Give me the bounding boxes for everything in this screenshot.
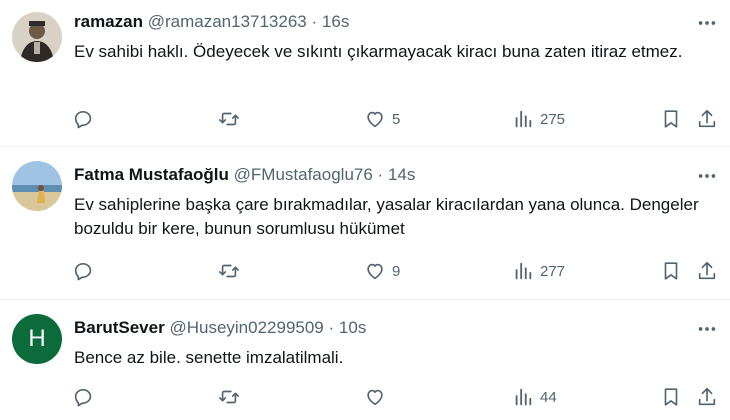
heart-icon	[367, 111, 383, 128]
share-button[interactable]	[696, 258, 718, 284]
user-handle[interactable]: @Huseyin02299509	[169, 318, 323, 337]
tweet-text: Ev sahibi haklı. Ödeyecek ve sıkıntı çık…	[74, 42, 683, 61]
reply-icon	[74, 389, 92, 407]
heart-icon	[367, 389, 383, 406]
timestamp[interactable]: 14s	[388, 165, 415, 184]
views-chart-icon	[515, 110, 532, 128]
timestamp[interactable]: 16s	[322, 12, 349, 31]
like-button[interactable]: 5	[364, 106, 400, 132]
share-icon	[698, 109, 716, 128]
bookmark-button[interactable]	[660, 106, 682, 132]
bookmark-icon	[664, 110, 678, 128]
more-options-icon[interactable]	[696, 12, 718, 34]
bookmark-button[interactable]	[660, 258, 682, 284]
avatar[interactable]	[12, 12, 62, 62]
avatar[interactable]	[12, 161, 62, 211]
share-icon	[698, 261, 716, 280]
separator-dot: ·	[311, 12, 318, 31]
heart-icon	[367, 263, 383, 280]
reply-icon	[74, 111, 92, 129]
display-name[interactable]: BarutSever	[74, 318, 165, 337]
display-name[interactable]: ramazan	[74, 12, 143, 31]
reply-button[interactable]	[72, 384, 100, 410]
view-count: 275	[540, 110, 566, 128]
share-icon	[698, 387, 716, 406]
tweet-text: Bence az bile. senette imzalatilmali.	[74, 348, 344, 367]
share-button[interactable]	[696, 384, 718, 410]
view-count: 277	[540, 262, 566, 280]
more-options-icon[interactable]	[696, 165, 718, 187]
tweet-text: Ev sahiplerine başka çare bırakmadılar, …	[74, 195, 699, 238]
user-handle[interactable]: @FMustafaoglu76	[234, 165, 373, 184]
tweet-item[interactable]: ramazan @ramazan13713263 · 16s Ev sahibi…	[0, 0, 730, 147]
views-button[interactable]: 275	[512, 106, 565, 132]
reply-feed: ramazan @ramazan13713263 · 16s Ev sahibi…	[0, 0, 730, 420]
share-button[interactable]	[696, 106, 718, 132]
person-photo-icon	[12, 12, 62, 62]
reply-button[interactable]	[72, 258, 100, 284]
views-button[interactable]: 44	[512, 384, 557, 410]
reply-button[interactable]	[72, 106, 100, 132]
retweet-button[interactable]	[218, 384, 246, 410]
action-bar: 5 275	[72, 106, 722, 132]
retweet-button[interactable]	[218, 258, 246, 284]
display-name[interactable]: Fatma Mustafaoğlu	[74, 165, 229, 184]
action-bar: 9 277	[72, 258, 722, 284]
like-count: 5	[392, 110, 401, 128]
timestamp[interactable]: 10s	[339, 318, 366, 337]
more-options-icon[interactable]	[696, 318, 718, 340]
like-button[interactable]	[364, 384, 392, 410]
avatar[interactable]: H	[12, 314, 62, 364]
reply-icon	[74, 263, 92, 281]
tweet-header: BarutSever @Huseyin02299509 · 10s	[74, 317, 366, 339]
tweet-item[interactable]: H BarutSever @Huseyin02299509 · 10s Benc…	[0, 300, 730, 420]
action-bar: 44	[72, 384, 722, 410]
views-button[interactable]: 277	[512, 258, 565, 284]
retweet-icon	[219, 112, 239, 126]
bookmark-icon	[664, 388, 678, 406]
separator-dot: ·	[328, 318, 335, 337]
views-chart-icon	[515, 388, 532, 406]
views-chart-icon	[515, 262, 532, 280]
bookmark-button[interactable]	[660, 384, 682, 410]
separator-dot: ·	[377, 165, 384, 184]
like-button[interactable]: 9	[364, 258, 400, 284]
user-handle[interactable]: @ramazan13713263	[148, 12, 307, 31]
retweet-button[interactable]	[218, 106, 246, 132]
tweet-header: Fatma Mustafaoğlu @FMustafaoglu76 · 14s	[74, 164, 415, 186]
view-count: 44	[540, 388, 557, 406]
bookmark-icon	[664, 262, 678, 280]
like-count: 9	[392, 262, 401, 280]
beach-photo-icon	[12, 161, 62, 211]
retweet-icon	[219, 390, 239, 404]
tweet-item[interactable]: Fatma Mustafaoğlu @FMustafaoglu76 · 14s …	[0, 147, 730, 300]
retweet-icon	[219, 264, 239, 278]
tweet-header: ramazan @ramazan13713263 · 16s	[74, 11, 349, 33]
